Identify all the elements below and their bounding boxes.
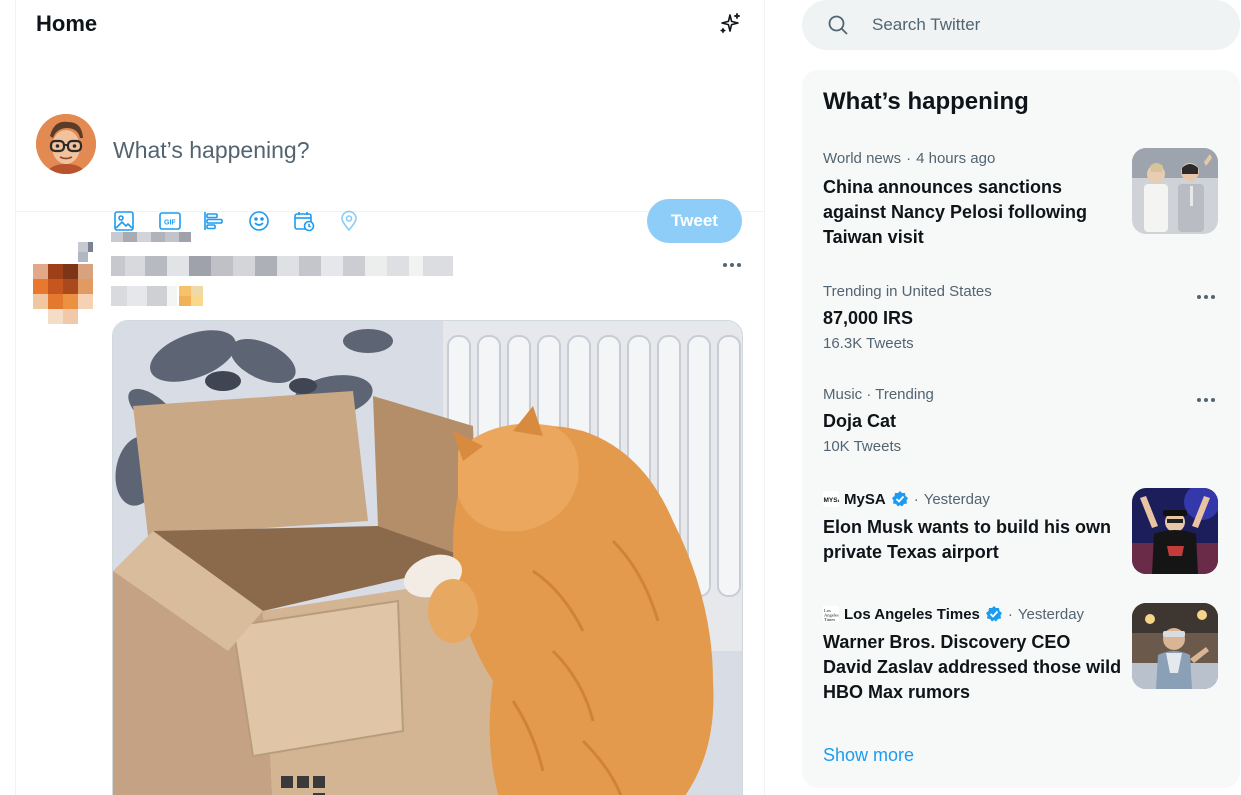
sparkle-icon[interactable]	[716, 10, 744, 38]
news-thumbnail	[1132, 488, 1218, 574]
timeline-header: Home	[16, 0, 764, 48]
trend-meta: MYSA MySA · Yesterday	[823, 490, 990, 508]
search-icon	[826, 13, 850, 37]
la-times-logo-icon: Los Angeles Times	[823, 606, 839, 622]
trend-meta: Trending in United States	[823, 283, 992, 300]
verified-badge-icon	[891, 490, 909, 508]
trend-headline: Doja Cat	[823, 411, 897, 431]
trend-headline: 87,000 IRS	[823, 308, 914, 328]
trend-item[interactable]: Trending in United States 87,000 IRS 16.…	[802, 273, 1240, 363]
tweet-media-image[interactable]	[112, 320, 743, 795]
trend-tweet-count: 10K Tweets	[823, 438, 902, 455]
trend-meta: Los Angeles Times Los Angeles Times · Yest…	[823, 605, 1084, 623]
trend-meta: Music · Trending	[823, 386, 934, 403]
search-input[interactable]	[872, 15, 1192, 35]
trend-category: World news	[823, 150, 902, 167]
whats-happening-panel: What’s happening World news · 4 hours ag…	[802, 70, 1240, 788]
news-thumbnail	[1132, 148, 1218, 234]
tweet-card[interactable]	[16, 212, 764, 795]
trend-headline: Elon Musk wants to build his own private…	[823, 517, 1111, 562]
avatar[interactable]	[33, 242, 98, 324]
search-bar[interactable]	[802, 0, 1240, 50]
news-thumbnail	[1132, 603, 1218, 689]
blurred-tweet-text	[111, 284, 203, 313]
show-more-link[interactable]: Show more	[823, 745, 914, 766]
source-name: MySA	[844, 490, 886, 508]
compose-input[interactable]	[113, 132, 713, 168]
trend-item[interactable]: Music · Trending Doja Cat 10K Tweets	[802, 376, 1240, 466]
trend-time: 4 hours ago	[916, 150, 996, 167]
page-title: Home	[36, 11, 98, 36]
trend-item[interactable]: MYSA MySA · Yesterday Elon Musk wants to…	[802, 480, 1240, 580]
meta-separator: ·	[913, 490, 919, 508]
blurred-author-name	[111, 230, 191, 249]
trend-time: Yesterday	[1017, 605, 1085, 623]
trend-tweet-count: 16.3K Tweets	[823, 335, 914, 352]
trend-category: Trending in United States	[823, 283, 992, 300]
trend-item[interactable]: World news · 4 hours ago China announces…	[802, 140, 1240, 250]
verified-badge-icon	[985, 605, 1003, 623]
trend-headline: China announces sanctions against Nancy …	[823, 177, 1088, 247]
source-name: Los Angeles Times	[844, 605, 980, 623]
more-options-icon[interactable]	[720, 253, 744, 277]
more-options-icon[interactable]	[1194, 388, 1218, 412]
main-timeline: Home What’s happening? GIF Tweet	[15, 0, 765, 795]
trend-meta: World news · 4 hours ago	[823, 150, 995, 167]
mysa-logo-icon: MYSA	[823, 491, 843, 507]
more-options-icon[interactable]	[1194, 285, 1218, 309]
blurred-tweet-text	[111, 254, 453, 283]
meta-separator: ·	[906, 150, 912, 167]
svg-text:MYSA: MYSA	[824, 497, 840, 504]
trend-item[interactable]: Los Angeles Times Los Angeles Times · Yest…	[802, 595, 1240, 715]
trend-headline: Warner Bros. Discovery CEO David Zaslav …	[823, 632, 1122, 702]
trends-title: What’s happening	[823, 88, 1029, 115]
trend-category: Music · Trending	[823, 386, 934, 403]
meta-separator: ·	[1007, 605, 1013, 623]
trend-time: Yesterday	[923, 490, 990, 508]
svg-text:Times: Times	[824, 617, 835, 622]
tweet-composer: GIF Tweet	[16, 48, 764, 243]
avatar[interactable]	[36, 114, 96, 174]
